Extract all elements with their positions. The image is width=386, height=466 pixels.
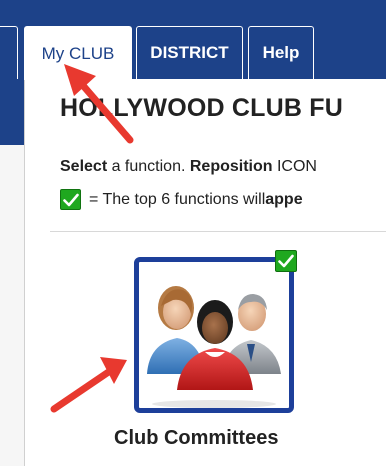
instruction-select-bold: Select	[60, 158, 108, 175]
instruction-line-1: Select a function. Reposition ICON	[60, 158, 317, 176]
left-sidebar	[0, 145, 24, 466]
checkmark-icon	[60, 189, 81, 210]
tab-district-label: DISTRICT	[150, 43, 229, 62]
instruction-reposition-bold: Reposition	[189, 158, 273, 175]
tab-help-label: Help	[262, 43, 300, 62]
tile-label[interactable]: Club Committees	[114, 427, 278, 450]
tile-checkmark-icon[interactable]	[275, 250, 297, 272]
section-divider	[50, 231, 386, 232]
tab-my-club[interactable]: My CLUB	[24, 26, 132, 80]
people-group-icon	[147, 286, 281, 408]
tab-previous[interactable]	[0, 26, 18, 79]
tab-district[interactable]: DISTRICT	[136, 26, 243, 79]
left-nav-strip	[0, 79, 24, 145]
instruction-text-2: ICON	[272, 158, 317, 175]
instruction-text-3: = The top 6 functions will	[89, 190, 266, 208]
tab-help[interactable]: Help	[248, 26, 314, 79]
instruction-line-2: = The top 6 functions will appe	[60, 189, 303, 210]
page-title: HOLLYWOOD CLUB FU	[60, 94, 344, 122]
club-committees-tile[interactable]	[134, 257, 294, 413]
instruction-text-1: a function.	[107, 158, 190, 175]
tab-my-club-label: My CLUB	[41, 43, 115, 63]
instruction-appear-bold: appe	[265, 190, 303, 208]
